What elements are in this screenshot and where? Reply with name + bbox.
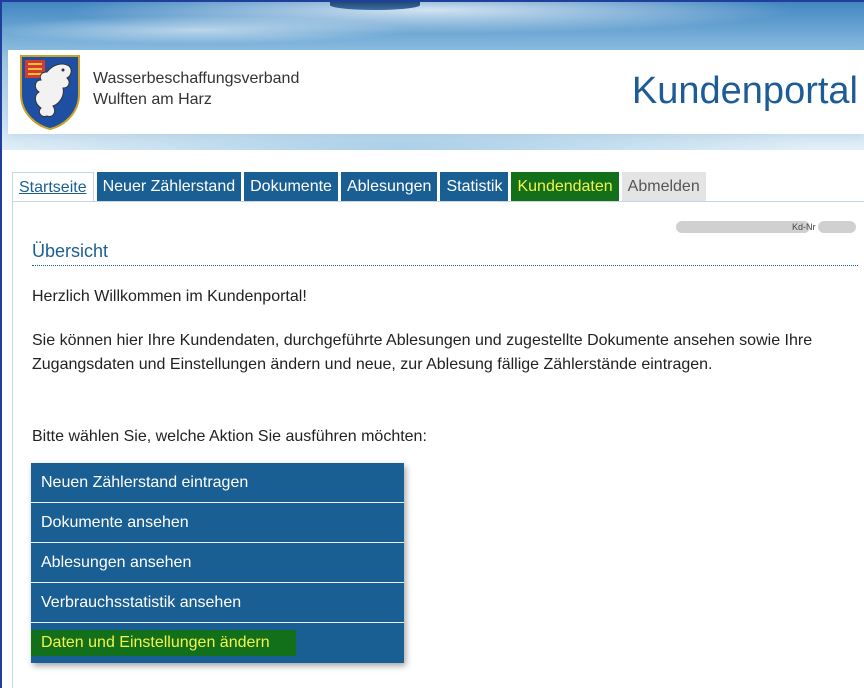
action-label: Dokumente ansehen	[41, 513, 189, 531]
redacted-customer-name	[676, 221, 810, 233]
tab-abmelden[interactable]: Abmelden	[621, 172, 706, 202]
portal-title: Kundenportal	[631, 70, 858, 112]
organization-name: Wasserbeschaffungsverband Wulften am Har…	[93, 68, 299, 110]
action-label: Neuen Zählerstand eintragen	[41, 473, 249, 491]
action-menu: Neuen Zählerstand eintragen Dokumente an…	[31, 463, 404, 663]
main-tabs: Startseite Neuer Zählerstand Dokumente A…	[12, 172, 706, 202]
action-enter-meter-reading[interactable]: Neuen Zählerstand eintragen	[31, 463, 404, 503]
tab-kundendaten[interactable]: Kundendaten	[511, 172, 619, 202]
action-label: Ablesungen ansehen	[41, 553, 192, 571]
frame-border-top	[0, 0, 864, 2]
frame-border-left	[0, 0, 2, 688]
customer-number-area: Kd-Nr	[676, 221, 856, 233]
action-change-data-settings[interactable]: Daten und Einstellungen ändern	[31, 623, 404, 663]
tab-ablesungen[interactable]: Ablesungen	[340, 172, 438, 202]
redacted-customer-number	[817, 221, 856, 233]
section-title: Übersicht	[32, 241, 858, 266]
action-label: Daten und Einstellungen ändern	[31, 630, 296, 656]
prompt-text: Bitte wählen Sie, welche Aktion Sie ausf…	[32, 428, 427, 445]
action-view-readings[interactable]: Ablesungen ansehen	[31, 543, 404, 583]
action-view-documents[interactable]: Dokumente ansehen	[31, 503, 404, 543]
tab-neuer-zaehlerstand[interactable]: Neuer Zählerstand	[96, 172, 242, 202]
intro-text: Sie können hier Ihre Kundendaten, durchg…	[32, 332, 813, 373]
coat-of-arms-logo	[20, 55, 80, 130]
tab-startseite[interactable]: Startseite	[12, 172, 94, 202]
org-name-line2: Wulften am Harz	[93, 91, 212, 108]
tab-statistik[interactable]: Statistik	[440, 172, 509, 202]
welcome-text: Herzlich Willkommen im Kundenportal!	[32, 288, 307, 305]
org-name-line1: Wasserbeschaffungsverband	[93, 70, 300, 87]
customer-number-label: Kd-Nr	[792, 222, 816, 232]
action-view-consumption-statistics[interactable]: Verbrauchsstatistik ansehen	[31, 583, 404, 623]
tab-dokumente[interactable]: Dokumente	[244, 172, 338, 202]
action-label: Verbrauchsstatistik ansehen	[41, 593, 242, 611]
